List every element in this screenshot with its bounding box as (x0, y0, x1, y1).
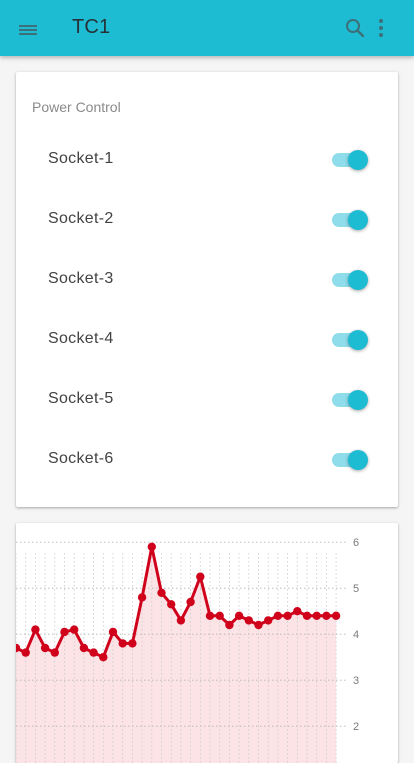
chart-data-point (89, 648, 98, 657)
chart-data-point (108, 627, 118, 637)
socket-5-toggle[interactable] (332, 388, 370, 412)
socket-label: Socket-6 (48, 450, 114, 467)
chart-data-point (225, 620, 234, 630)
chart-y-tick-label: 5 (353, 583, 359, 595)
toggle-thumb (348, 210, 368, 230)
chart-data-point (331, 611, 341, 620)
chart-data-point (147, 542, 156, 551)
chart-data-point (234, 611, 244, 620)
socket-label: Socket-4 (48, 330, 114, 347)
socket-label: Socket-5 (48, 390, 114, 407)
chart-data-point (273, 611, 283, 620)
socket-row-4: Socket-4 (16, 316, 398, 364)
chart-data-point (128, 639, 137, 648)
section-title: Power Control (32, 99, 121, 115)
socket-4-toggle[interactable] (332, 328, 370, 352)
chart-data-point (70, 625, 79, 634)
socket-label: Socket-3 (48, 270, 114, 287)
power-control-card: Power Control Socket-1 Socket-2 Socket-3… (16, 72, 398, 507)
socket-row-3: Socket-3 (16, 256, 398, 304)
chart-data-point (205, 611, 215, 620)
chart-data-point (215, 611, 224, 620)
socket-label: Socket-1 (48, 150, 114, 167)
chart-data-point (137, 593, 147, 602)
chart-data-point (21, 648, 30, 657)
chart-y-tick-label: 6 (353, 537, 359, 549)
socket-row-5: Socket-5 (16, 376, 398, 424)
chart-data-point (176, 616, 186, 625)
chart-data-point (99, 653, 108, 662)
more-vert-icon[interactable] (372, 17, 390, 39)
power-chart-card: 2 3 4 5 6 (16, 523, 398, 763)
chart-data-point (293, 607, 302, 616)
socket-1-toggle[interactable] (332, 148, 370, 172)
socket-row-1: Socket-1 (16, 136, 398, 184)
search-icon[interactable] (344, 17, 366, 39)
chart-data-point (186, 597, 195, 607)
power-chart: 2 3 4 5 6 (16, 537, 359, 763)
app-bar: TC1 (0, 0, 414, 56)
socket-label: Socket-2 (48, 210, 114, 227)
chart-data-point (40, 643, 50, 653)
toggle-thumb (348, 450, 368, 470)
chart-data-point (79, 643, 89, 653)
socket-row-2: Socket-2 (16, 196, 398, 244)
chart-data-point (196, 572, 205, 581)
chart-y-tick-label: 4 (353, 629, 359, 641)
chart-area-fill (16, 546, 337, 763)
chart-data-point (264, 616, 273, 625)
toggle-thumb (348, 270, 368, 290)
chart-y-tick-label: 2 (353, 721, 359, 733)
chart-data-point (283, 611, 292, 620)
chart-y-tick-label: 3 (353, 675, 359, 687)
page-title: TC1 (72, 16, 111, 38)
hamburger-menu-icon[interactable] (16, 18, 40, 42)
chart-data-point (254, 620, 263, 630)
chart-data-point (244, 616, 253, 625)
toggle-thumb (348, 330, 368, 350)
toggle-thumb (348, 390, 368, 410)
chart-data-point (157, 588, 166, 597)
chart-data-point (50, 648, 59, 657)
chart-data-point (167, 600, 176, 609)
chart-data-point (118, 639, 127, 648)
chart-data-point (312, 611, 321, 620)
socket-2-toggle[interactable] (332, 208, 370, 232)
socket-6-toggle[interactable] (332, 448, 370, 472)
socket-3-toggle[interactable] (332, 268, 370, 292)
chart-data-point (31, 625, 40, 634)
socket-row-6: Socket-6 (16, 436, 398, 484)
chart-data-point (302, 611, 312, 620)
chart-data-point (60, 627, 69, 637)
toggle-thumb (348, 150, 368, 170)
chart-data-point (322, 611, 331, 620)
